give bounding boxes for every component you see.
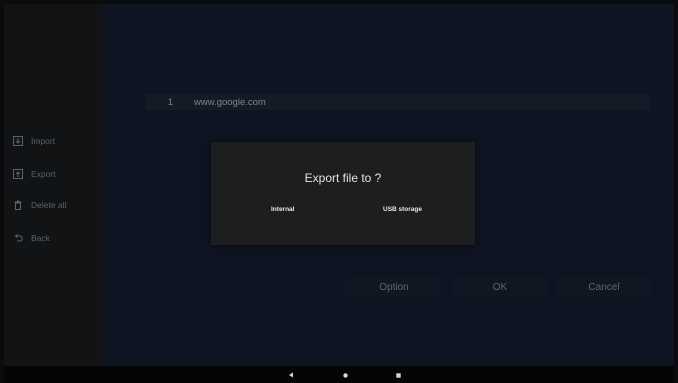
list-item[interactable]: 1 www.google.com	[146, 94, 650, 110]
trash-icon	[12, 199, 24, 211]
sidebar-item-import[interactable]: Import	[12, 134, 55, 148]
back-icon[interactable]	[286, 370, 296, 380]
import-icon	[12, 135, 24, 147]
recents-icon[interactable]	[393, 370, 403, 380]
row-index: 1	[168, 97, 174, 107]
internal-option[interactable]: Internal	[271, 206, 294, 213]
sidebar-item-back[interactable]: Back	[12, 231, 50, 245]
sidebar-item-label: Import	[31, 136, 56, 146]
sidebar: Import Export Delete all Back	[4, 4, 102, 366]
sidebar-item-delete-all[interactable]: Delete all	[12, 198, 66, 212]
system-nav-bar	[4, 366, 674, 383]
cancel-button[interactable]: Cancel	[556, 276, 652, 298]
ok-button[interactable]: OK	[452, 276, 548, 298]
sidebar-item-label: Back	[31, 233, 50, 243]
option-button[interactable]: Option	[346, 276, 442, 298]
sidebar-item-label: Export	[31, 169, 56, 179]
home-icon[interactable]	[340, 370, 350, 380]
row-url: www.google.com	[194, 96, 266, 108]
dialog-title: Export file to ?	[304, 171, 382, 185]
usb-storage-option[interactable]: USB storage	[383, 206, 422, 213]
export-icon	[12, 168, 24, 180]
back-arrow-icon	[12, 232, 24, 244]
export-dialog: Export file to ? Internal USB storage	[211, 142, 475, 245]
sidebar-item-export[interactable]: Export	[12, 167, 56, 181]
sidebar-item-label: Delete all	[31, 200, 67, 210]
